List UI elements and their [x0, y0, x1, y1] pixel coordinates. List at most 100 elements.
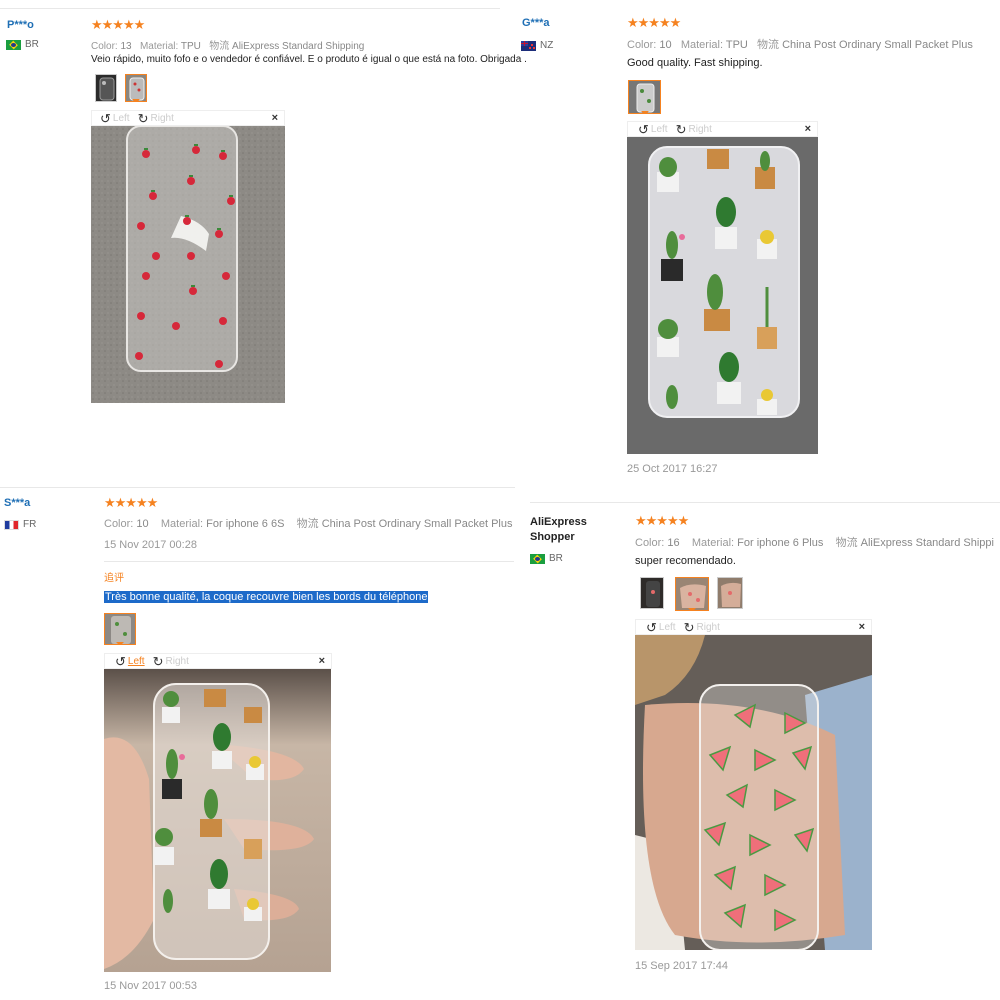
material-value: For iphone 6 6S	[206, 518, 285, 530]
rating-stars: ★★★★★	[104, 495, 158, 510]
selected-review-text[interactable]: Très bonne qualité, la coque recouvre bi…	[104, 591, 429, 603]
shipping-label: 物流	[209, 41, 230, 52]
france-flag-icon	[4, 519, 19, 530]
photo-thumbnail-selected[interactable]	[628, 80, 661, 114]
material-value: For iphone 6 Plus	[737, 537, 824, 549]
strawberry-case-photo	[91, 126, 285, 403]
close-viewer-button[interactable]: ×	[272, 112, 278, 124]
photo-thumbnail-selected[interactable]	[104, 613, 136, 645]
color-label: Color:	[635, 537, 665, 549]
divider	[104, 561, 514, 562]
reviewer-name[interactable]: P***o	[7, 19, 34, 31]
reviewer-name[interactable]: AliExpress Shopper	[530, 515, 610, 545]
country-code: BR	[25, 39, 39, 50]
review-photo	[104, 669, 331, 972]
color-value: 13	[120, 41, 132, 52]
photo-thumbnail[interactable]	[640, 577, 664, 609]
cactus-case-photo	[627, 137, 818, 454]
photo-thumbnail-selected[interactable]	[675, 577, 709, 611]
photo-thumbnail[interactable]	[717, 577, 743, 609]
color-value: 10	[136, 518, 149, 530]
reviewer-country: BR	[6, 39, 39, 50]
rotate-left-icon: ↺	[646, 619, 657, 635]
rotate-right-button[interactable]: ↻ Right	[684, 621, 720, 634]
review-date-followup: 15 Nov 2017 00:53	[104, 980, 197, 992]
review-photo	[627, 137, 818, 454]
brazil-flag-icon	[530, 553, 545, 564]
image-viewer-toolbar: ↺ Left ↻ Right ×	[627, 121, 818, 137]
rotate-left-button[interactable]: ↺ Left	[100, 112, 130, 125]
material-label: Material:	[680, 39, 724, 51]
reviewer-name[interactable]: S***a	[4, 497, 30, 509]
rotate-right-icon: ↻	[675, 121, 687, 137]
phone-case-thumb-image	[129, 77, 145, 101]
rating-stars: ★★★★★	[627, 15, 681, 30]
color-label: Color:	[627, 39, 657, 51]
additional-feedback-label: 追评	[104, 573, 124, 584]
reviewer-country: FR	[4, 519, 36, 530]
close-viewer-button[interactable]: ×	[319, 655, 325, 667]
divider	[0, 8, 500, 9]
country-code: NZ	[540, 40, 554, 51]
shipping-label: 物流	[757, 39, 780, 51]
reviewer-name[interactable]: G***a	[522, 17, 550, 29]
image-viewer-toolbar: ↺ Left ↻ Right ×	[104, 653, 332, 669]
shipping-value: AliExpress Standard Shippi	[860, 537, 994, 549]
phone-case-thumb-image	[680, 584, 706, 608]
phone-case-thumb-image	[721, 582, 741, 607]
new-zealand-flag-icon	[521, 40, 536, 51]
rotate-right-icon: ↻	[683, 619, 695, 635]
product-attributes: Color: 13 Material: TPU 物流 AliExpress St…	[91, 37, 364, 52]
photo-thumbnail-selected[interactable]	[125, 74, 147, 102]
rotate-right-button[interactable]: ↻ Right	[138, 112, 174, 125]
review-text: Veio rápido, muito fofo e o vendedor é c…	[91, 54, 527, 65]
watermelon-case-in-hand-photo	[635, 635, 872, 950]
material-label: Material:	[139, 41, 179, 52]
product-attributes: Color: 10 Material: TPU 物流 China Post Or…	[627, 36, 973, 52]
divider	[530, 502, 1000, 503]
close-viewer-button[interactable]: ×	[805, 123, 811, 135]
material-value: TPU	[725, 39, 748, 51]
reviewer-country: NZ	[521, 40, 553, 51]
shipping-value: China Post Ordinary Small Packet Plus	[782, 39, 973, 51]
product-attributes: Color: 10 Material: For iphone 6 6S 物流 C…	[104, 515, 512, 531]
rotate-left-button[interactable]: ↺ Left	[115, 655, 145, 668]
rotate-left-icon: ↺	[638, 121, 649, 137]
rotate-left-icon: ↺	[115, 653, 126, 669]
phone-case-thumb-image	[646, 581, 660, 607]
phone-case-thumb-image	[111, 616, 131, 644]
shipping-value: AliExpress Standard Shipping	[232, 41, 365, 52]
image-viewer-toolbar: ↺ Left ↻ Right ×	[635, 619, 872, 635]
review-text: super recomendado.	[635, 555, 736, 567]
product-attributes: Color: 16 Material: For iphone 6 Plus 物流…	[635, 534, 994, 550]
rotate-right-icon: ↻	[137, 110, 149, 126]
review-text: Good quality. Fast shipping.	[627, 57, 763, 69]
photo-thumbnail[interactable]	[95, 74, 117, 102]
review-photo	[91, 126, 285, 403]
review-date: 15 Nov 2017 00:28	[104, 539, 197, 551]
country-code: FR	[23, 519, 37, 530]
country-code: BR	[549, 553, 563, 564]
reviewer-country: BR	[530, 553, 563, 564]
image-viewer-toolbar: ↺ Left ↻ Right ×	[91, 110, 285, 126]
rotate-right-button[interactable]: ↻ Right	[676, 123, 712, 136]
material-label: Material:	[691, 537, 735, 549]
close-viewer-button[interactable]: ×	[859, 621, 865, 633]
color-label: Color:	[104, 518, 134, 530]
phone-case-thumb-image	[636, 83, 655, 113]
rotate-left-button[interactable]: ↺ Left	[638, 123, 668, 136]
rotate-left-button[interactable]: ↺ Left	[646, 621, 676, 634]
material-value: TPU	[180, 41, 201, 52]
color-value: 10	[659, 39, 672, 51]
brazil-flag-icon	[6, 39, 21, 50]
shipping-label: 物流	[835, 537, 858, 549]
review-text: Très bonne qualité, la coque recouvre bi…	[104, 591, 429, 603]
review-photo	[635, 635, 872, 950]
rotate-right-icon: ↻	[152, 653, 164, 669]
phone-case-thumb-image	[99, 77, 115, 101]
shipping-value: China Post Ordinary Small Packet Plus	[321, 518, 513, 530]
color-value: 16	[667, 537, 680, 549]
rotate-left-icon: ↺	[100, 110, 111, 126]
rotate-right-button[interactable]: ↻ Right	[153, 655, 189, 668]
cactus-case-in-hand-photo	[104, 669, 331, 972]
